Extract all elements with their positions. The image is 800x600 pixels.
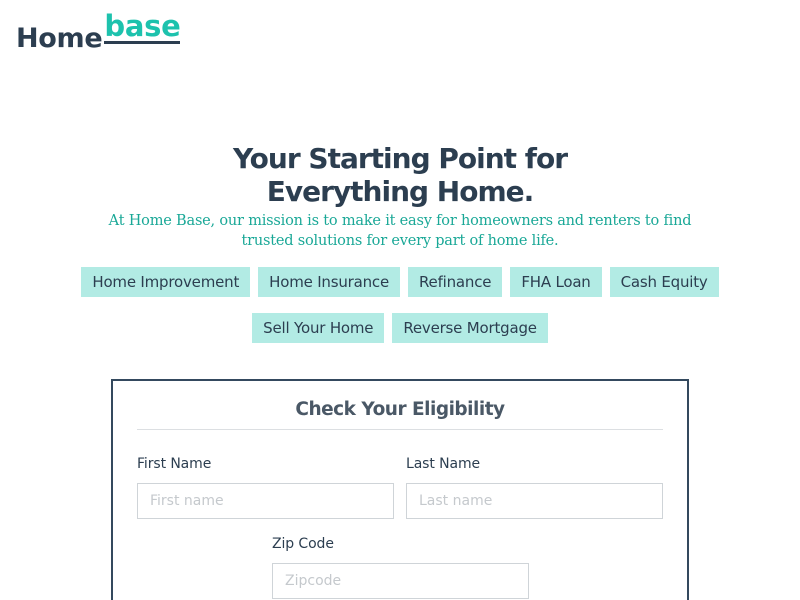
first-name-input[interactable]	[137, 483, 394, 519]
hero-subtitle: At Home Base, our mission is to make it …	[108, 213, 692, 249]
page: Home base Your Starting Point for Everyt…	[0, 0, 800, 600]
chip-home-improvement[interactable]: Home Improvement	[81, 267, 251, 297]
hero-title-line-2: Everything Home.	[266, 175, 535, 208]
homebase-logo[interactable]: Home base	[16, 9, 181, 54]
last-name-label: Last Name	[406, 456, 481, 472]
category-chips-row-2: Sell Your Home Reverse Mortgage	[0, 313, 800, 343]
hero-title-line-1: Your Starting Point for	[232, 142, 568, 175]
last-name-input[interactable]	[406, 483, 663, 519]
category-chips-row-1: Home Improvement Home Insurance Refinanc…	[0, 267, 800, 297]
chip-cash-equity[interactable]: Cash Equity	[609, 267, 719, 297]
first-name-field-group: First Name	[137, 456, 394, 519]
chip-reverse-mortgage[interactable]: Reverse Mortgage	[392, 313, 548, 343]
form-title: Check Your Eligibility	[137, 399, 663, 430]
last-name-field-group: Last Name	[406, 456, 663, 519]
zip-code-input[interactable]	[272, 563, 529, 599]
logo-base-text: base	[104, 9, 181, 44]
chip-fha-loan[interactable]: FHA Loan	[510, 267, 602, 297]
logo-home-text: Home	[16, 23, 103, 54]
eligibility-form-card: Check Your Eligibility First Name Last N…	[111, 379, 689, 600]
hero-title: Your Starting Point for Everything Home.	[0, 142, 800, 208]
chip-home-insurance[interactable]: Home Insurance	[258, 267, 400, 297]
chip-sell-your-home[interactable]: Sell Your Home	[252, 313, 385, 343]
first-name-label: First Name	[137, 456, 212, 472]
chip-refinance[interactable]: Refinance	[408, 267, 503, 297]
zip-code-label: Zip Code	[272, 536, 334, 552]
zip-code-field-group: Zip Code	[272, 536, 529, 599]
